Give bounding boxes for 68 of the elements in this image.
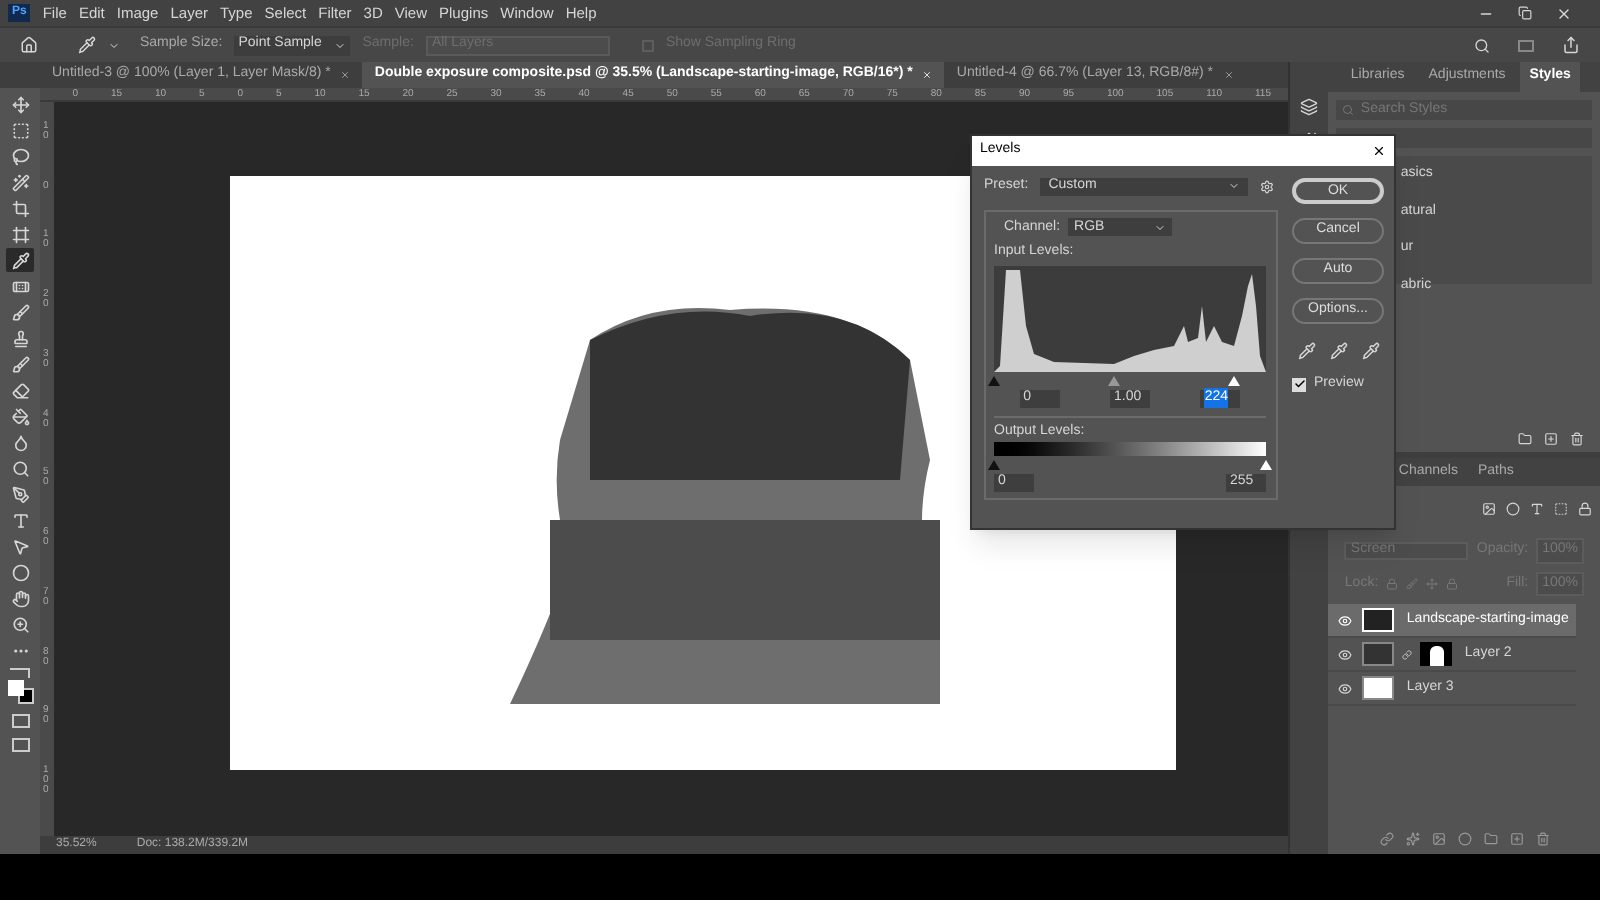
mask-icon[interactable] [1431,832,1446,846]
frame-icon [11,225,29,243]
link-icon[interactable] [1402,649,1413,659]
search-icon[interactable] [1474,37,1490,53]
hand-icon [11,589,29,607]
caret-icon[interactable] [108,39,120,51]
adjustment-icon[interactable] [1457,832,1472,846]
zoom-icon [11,615,29,633]
slider-handle[interactable] [1107,375,1120,385]
slider-handle[interactable] [1227,375,1240,385]
adjustment-filter-icon[interactable] [1506,502,1520,516]
eyedropper-icon[interactable] [1297,342,1315,360]
quick-mask-icon[interactable] [11,714,29,728]
slider-handle[interactable] [988,460,1000,470]
preview-checkbox[interactable] [1292,377,1306,392]
trash-icon[interactable] [1535,832,1550,846]
pen-icon [11,485,29,503]
eyedropper-icon[interactable] [1329,342,1347,360]
trash-icon[interactable] [1570,432,1584,446]
caret-icon [1228,180,1241,193]
marquee-icon [11,121,29,139]
droplet-icon [11,433,29,451]
type-icon [11,511,29,529]
paint-bucket-icon [11,407,29,425]
eraser-icon [11,381,29,399]
move-icon [11,95,29,113]
new-style-icon[interactable] [1544,432,1558,446]
eye-icon[interactable] [1338,681,1353,695]
bandage-icon [11,277,29,295]
lock-filter-icon[interactable] [1578,502,1592,516]
layer-thumbnail [1362,608,1395,632]
pointer-icon [11,537,29,555]
settings-icon[interactable] [1260,179,1275,194]
eye-icon[interactable] [1338,647,1353,661]
eyedropper-icon[interactable] [1361,342,1379,360]
ellipse-icon [11,563,29,581]
folder-icon[interactable] [1483,832,1498,846]
stamp-icon [11,329,29,347]
restore-icon[interactable] [1518,6,1532,20]
layer-mask-thumbnail [1420,642,1453,666]
slider-handle[interactable] [1260,460,1272,470]
eyedropper-icon [11,251,29,269]
eyedropper-icon[interactable] [78,36,96,54]
slider-handle[interactable] [988,375,1000,385]
type-filter-icon[interactable] [1530,502,1544,516]
tool-button[interactable] [6,404,34,428]
wand-icon [11,173,29,191]
image-filter-icon[interactable] [1482,502,1496,516]
crop-icon [11,199,29,217]
workspace-icon[interactable] [1518,39,1534,51]
check-icon [1293,378,1305,391]
color-swatches[interactable] [7,680,33,704]
layer-thumbnail [1362,642,1395,666]
screen-mode-icon[interactable] [11,738,29,752]
brush-icon [11,355,29,373]
lasso-icon [11,147,29,165]
close-icon[interactable] [1372,144,1386,158]
search-icon [1342,104,1355,116]
home-icon[interactable] [20,36,38,54]
caret-icon [1154,221,1167,234]
layer-thumbnail [1362,676,1395,700]
swap-colors-icon[interactable] [10,668,30,678]
tool-button[interactable] [6,248,34,272]
caret-icon [334,39,347,51]
folder-icon[interactable] [1518,432,1532,446]
brush-icon [11,303,29,321]
share-icon[interactable] [1562,36,1580,54]
link-icon[interactable] [1379,832,1394,846]
